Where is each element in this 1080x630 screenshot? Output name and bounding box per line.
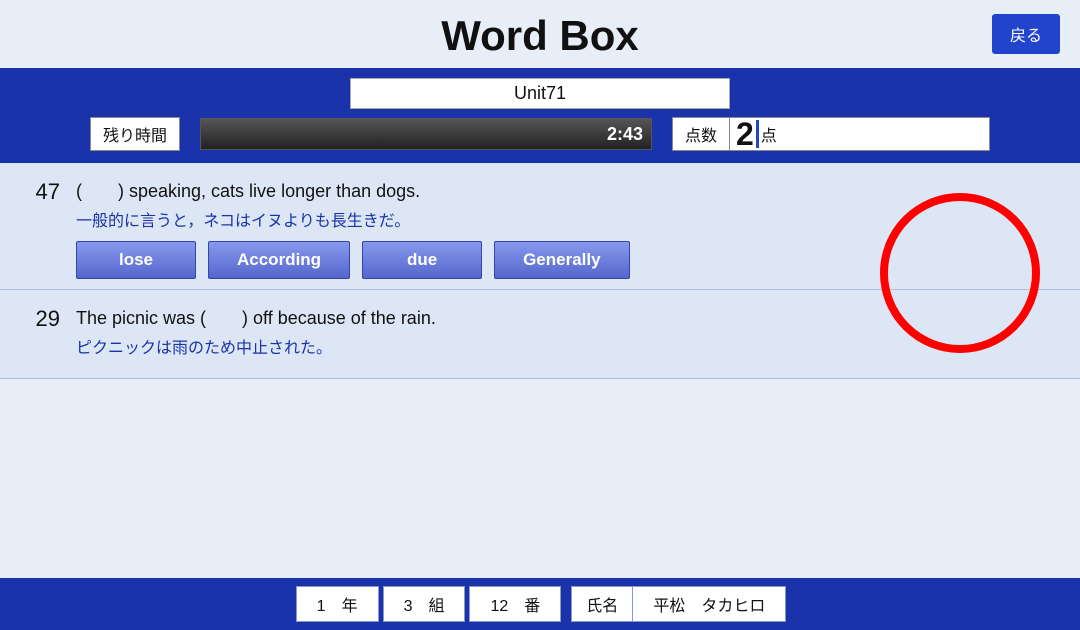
question-japanese-29: ピクニックは雨のため中止された。 xyxy=(76,334,1060,358)
unit-label: Unit71 xyxy=(350,78,730,109)
question-body-47: ( ) speaking, cats live longer than dogs… xyxy=(76,177,1060,279)
score-number: 2 xyxy=(736,118,754,150)
question-number-47: 47 xyxy=(20,177,60,205)
page-title: Word Box xyxy=(0,12,1080,60)
score-value-box: 2 点 xyxy=(730,117,990,151)
footer-name-value: 平松 タカヒロ xyxy=(633,586,786,622)
footer-class: 3 組 xyxy=(383,586,466,622)
question-row-47: 47 ( ) speaking, cats live longer than d… xyxy=(0,163,1080,290)
question-text-29: The picnic was ( ) off because of the ra… xyxy=(76,304,1060,330)
blue-band: Unit71 残り時間 2:43 点数 2 点 xyxy=(0,68,1080,163)
answer-btn-according[interactable]: According xyxy=(208,241,350,279)
question-body-29: The picnic was ( ) off because of the ra… xyxy=(76,304,1060,368)
question-text-47: ( ) speaking, cats live longer than dogs… xyxy=(76,177,1060,203)
question-japanese-47: 一般的に言うと，ネコはイヌよりも長生きだ。 xyxy=(76,207,1060,231)
answer-btn-generally[interactable]: Generally xyxy=(494,241,630,279)
footer-number: 12 番 xyxy=(469,586,561,622)
timer-label: 残り時間 xyxy=(90,117,180,151)
timer-value: 2:43 xyxy=(607,124,643,145)
main-content: 47 ( ) speaking, cats live longer than d… xyxy=(0,163,1080,379)
score-container: 点数 2 点 xyxy=(672,117,990,151)
question-47-wrapper: 47 ( ) speaking, cats live longer than d… xyxy=(0,163,1080,290)
score-unit: 点 xyxy=(761,122,777,146)
answer-btn-due[interactable]: due xyxy=(362,241,482,279)
score-label: 点数 xyxy=(672,117,730,151)
back-button[interactable]: 戻る xyxy=(992,14,1060,54)
timer-bar: 2:43 xyxy=(200,118,652,150)
answer-buttons-47: lose According due Generally xyxy=(76,241,1060,279)
stats-row: 残り時間 2:43 点数 2 点 xyxy=(90,117,990,151)
footer-name-label: 氏名 xyxy=(571,586,633,622)
score-cursor xyxy=(756,120,759,148)
answer-btn-lose[interactable]: lose xyxy=(76,241,196,279)
footer: 1 年 3 組 12 番 氏名 平松 タカヒロ xyxy=(0,578,1080,630)
footer-year: 1 年 xyxy=(296,586,379,622)
header: Word Box 戻る xyxy=(0,0,1080,68)
question-number-29: 29 xyxy=(20,304,60,332)
question-row-29: 29 The picnic was ( ) off because of the… xyxy=(0,290,1080,379)
